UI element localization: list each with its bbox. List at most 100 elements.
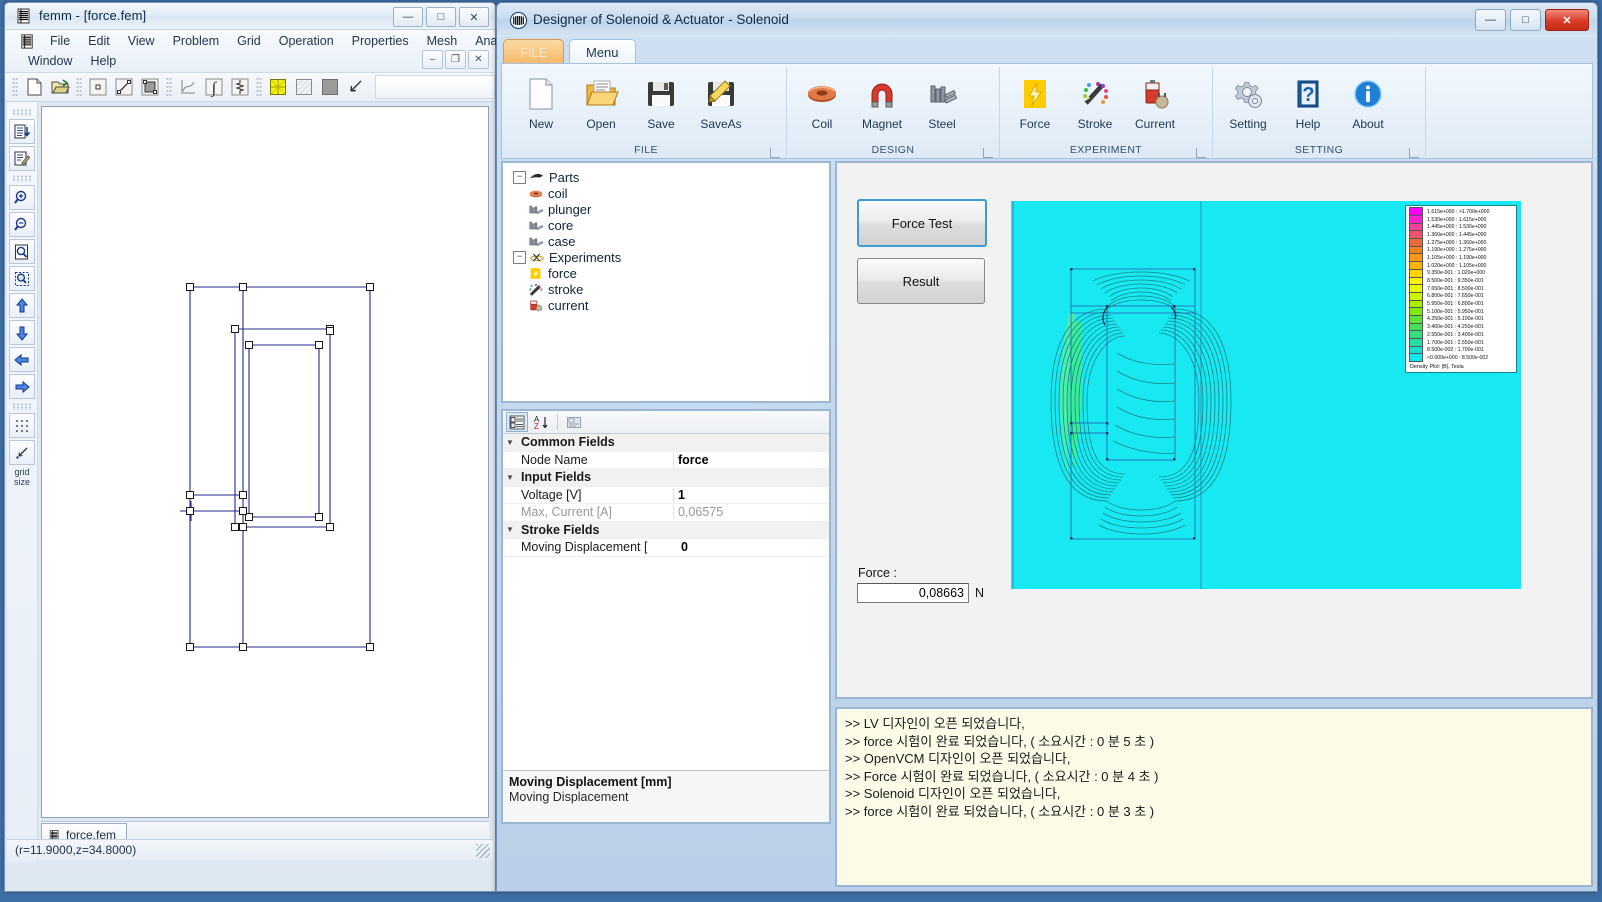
- toolbar-grip-3[interactable]: [166, 77, 172, 97]
- menu-grid[interactable]: Grid: [228, 32, 270, 50]
- chevron-collapse-icon[interactable]: ▼: [503, 473, 517, 482]
- open-file-icon[interactable]: [47, 75, 73, 99]
- femm-minimize-button[interactable]: —: [393, 7, 423, 27]
- result-button[interactable]: Result: [857, 258, 985, 304]
- menu-help[interactable]: Help: [81, 52, 125, 70]
- designer-maximize-button[interactable]: □: [1510, 9, 1541, 31]
- mdi-close-button[interactable]: ✕: [468, 50, 489, 69]
- menu-operation[interactable]: Operation: [270, 32, 343, 50]
- property-row-node-name[interactable]: Node Name force: [503, 452, 829, 469]
- pan-up-icon[interactable]: [9, 293, 35, 318]
- experiment-dialog-launcher[interactable]: [1196, 148, 1206, 158]
- tree-item-case[interactable]: case: [527, 233, 825, 249]
- mesh-icon[interactable]: [265, 75, 291, 99]
- property-value-node-name[interactable]: force: [673, 452, 829, 467]
- property-row-voltage[interactable]: Voltage [V] 1: [503, 487, 829, 504]
- segment-mode-icon[interactable]: [111, 75, 137, 99]
- menu-edit[interactable]: Edit: [79, 32, 119, 50]
- setting-dialog-launcher[interactable]: [1409, 148, 1419, 158]
- property-row-moving-displacement[interactable]: Moving Displacement [ 0: [503, 539, 829, 557]
- snap-grid-icon[interactable]: [9, 440, 35, 465]
- zoom-page-icon[interactable]: [9, 239, 35, 264]
- tree-item-experiments[interactable]: − Experiments: [507, 249, 825, 265]
- property-pages-icon[interactable]: [563, 412, 585, 432]
- zoom-window-icon[interactable]: [9, 266, 35, 291]
- ribbon-button-steel[interactable]: Steel: [913, 69, 971, 132]
- flux-density-plot[interactable]: 1.615e+000 : >1.700e+000 1.530e+000 : 1.…: [1011, 201, 1521, 589]
- hatch-icon[interactable]: [291, 75, 317, 99]
- menu-problem[interactable]: Problem: [164, 32, 229, 50]
- ribbon-button-saveas[interactable]: SaveAs: [692, 69, 750, 132]
- project-tree[interactable]: − Parts coil plunger core case − Experim…: [503, 163, 829, 319]
- tree-item-parts[interactable]: − Parts: [507, 169, 825, 185]
- tab-file[interactable]: FILE: [503, 39, 565, 64]
- property-category-stroke-fields[interactable]: ▼ Stroke Fields: [503, 521, 829, 539]
- mdi-minimize-button[interactable]: –: [422, 50, 443, 69]
- toolbar-grip-1[interactable]: [12, 77, 18, 97]
- designer-titlebar[interactable]: Designer of Solenoid & Actuator - Soleno…: [497, 3, 1597, 37]
- menu-window[interactable]: Window: [19, 52, 81, 70]
- tree-item-force[interactable]: force: [527, 265, 825, 281]
- ribbon-button-new[interactable]: New: [512, 69, 570, 132]
- ribbon-button-current[interactable]: Current: [1126, 69, 1184, 132]
- design-dialog-launcher[interactable]: [983, 148, 993, 158]
- pan-left-icon[interactable]: [9, 347, 35, 372]
- file-dialog-launcher[interactable]: [770, 148, 780, 158]
- property-grid[interactable]: ▼ Common Fields Node Name force ▼ Input …: [503, 434, 829, 557]
- tree-item-stroke[interactable]: stroke: [527, 281, 825, 297]
- circuit-icon[interactable]: [227, 75, 253, 99]
- property-value-moving-displacement[interactable]: 0: [677, 540, 829, 554]
- mdi-restore-button[interactable]: ❐: [445, 50, 466, 69]
- femm-titlebar[interactable]: femm - [force.fem] — □ ✕: [5, 3, 495, 30]
- message-log-panel[interactable]: >> LV 디자인이 오픈 되었습니다, >> force 시험이 완료 되었습…: [835, 707, 1593, 887]
- force-result-input[interactable]: 0,08663: [857, 583, 969, 603]
- femm-drawing-canvas[interactable]: [41, 106, 489, 818]
- menu-file[interactable]: File: [41, 32, 79, 50]
- alphabetic-sort-icon[interactable]: A Z: [530, 412, 552, 432]
- toolbar-grip-2[interactable]: [76, 77, 82, 97]
- pan-right-icon[interactable]: [9, 374, 35, 399]
- ribbon-button-setting[interactable]: Setting: [1219, 69, 1277, 132]
- designer-close-button[interactable]: ✕: [1545, 9, 1589, 31]
- new-file-icon[interactable]: [21, 75, 47, 99]
- zoom-in-icon[interactable]: [9, 185, 35, 210]
- toolbar-grip-4[interactable]: [256, 77, 262, 97]
- pan-down-icon[interactable]: [9, 320, 35, 345]
- zoom-out-icon[interactable]: [9, 212, 35, 237]
- parts-expander-icon[interactable]: −: [513, 170, 526, 184]
- tree-item-core[interactable]: core: [527, 217, 825, 233]
- property-value-voltage[interactable]: 1: [673, 487, 829, 502]
- block-mode-icon[interactable]: [137, 75, 163, 99]
- plot-xy-icon[interactable]: [175, 75, 201, 99]
- solid-fill-icon[interactable]: [317, 75, 343, 99]
- designer-minimize-button[interactable]: —: [1475, 9, 1506, 31]
- menu-view[interactable]: View: [119, 32, 164, 50]
- tree-item-coil[interactable]: coil: [527, 185, 825, 201]
- ribbon-button-coil[interactable]: Coil: [793, 69, 851, 132]
- ribbon-button-open[interactable]: Open: [572, 69, 630, 132]
- ribbon-button-stroke[interactable]: Stroke: [1066, 69, 1124, 132]
- ribbon-button-about[interactable]: About: [1339, 69, 1397, 132]
- femm-maximize-button[interactable]: □: [426, 7, 456, 27]
- chevron-collapse-icon[interactable]: ▼: [503, 438, 517, 447]
- ribbon-button-magnet[interactable]: Magnet: [853, 69, 911, 132]
- tree-item-current[interactable]: current: [527, 297, 825, 313]
- property-category-input-fields[interactable]: ▼ Input Fields: [503, 469, 829, 487]
- vtoolbar-grip-1[interactable]: [12, 109, 32, 116]
- tab-menu[interactable]: Menu: [569, 39, 636, 64]
- menu-mesh[interactable]: Mesh: [418, 32, 467, 50]
- grid-dots-icon[interactable]: [9, 413, 35, 438]
- menu-properties[interactable]: Properties: [343, 32, 418, 50]
- list-down-icon[interactable]: [9, 119, 35, 144]
- ribbon-button-save[interactable]: Save: [632, 69, 690, 132]
- edit-properties-icon[interactable]: [9, 146, 35, 171]
- ribbon-button-force[interactable]: Force: [1006, 69, 1064, 132]
- point-mode-icon[interactable]: [85, 75, 111, 99]
- femm-document-icon[interactable]: [19, 33, 36, 50]
- categorized-icon[interactable]: [506, 412, 528, 432]
- integrate-icon[interactable]: ∫: [201, 75, 227, 99]
- vtoolbar-grip-3[interactable]: [12, 403, 32, 410]
- femm-close-button[interactable]: ✕: [459, 7, 489, 27]
- property-category-common-fields[interactable]: ▼ Common Fields: [503, 434, 829, 452]
- resize-grip[interactable]: [476, 844, 490, 858]
